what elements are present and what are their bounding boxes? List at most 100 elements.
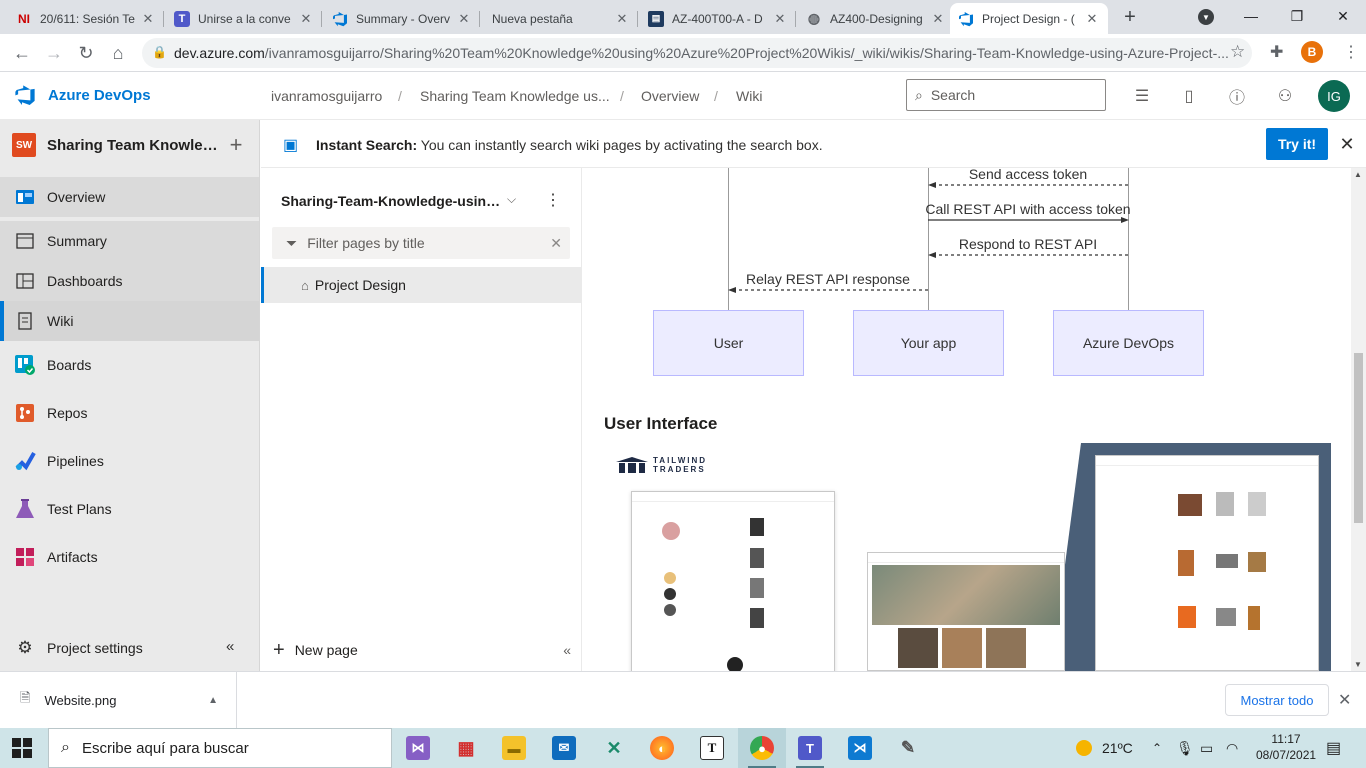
home-icon[interactable]: ⌂: [104, 39, 132, 67]
close-icon[interactable]: ✕: [1084, 11, 1100, 27]
user-avatar[interactable]: IG: [1318, 80, 1350, 112]
wiki-page-item[interactable]: ⌂ Project Design: [261, 267, 581, 303]
notifications-icon[interactable]: ▤: [1326, 728, 1341, 768]
project-header[interactable]: SW Sharing Team Knowled... +: [12, 132, 248, 158]
filter-pages-input[interactable]: ⏷ Filter pages by title ✕: [272, 227, 570, 259]
new-page-button[interactable]: + New page «: [261, 630, 581, 670]
close-icon[interactable]: ✕: [1335, 132, 1359, 156]
brand[interactable]: Azure DevOps: [14, 84, 151, 106]
close-icon[interactable]: ✕: [456, 11, 472, 27]
nav-item-pipelines[interactable]: Pipelines: [0, 441, 259, 481]
url-field[interactable]: 🔒 dev.azure.com/ivanramosguijarro/Sharin…: [142, 38, 1252, 68]
vscode-app[interactable]: ⋊: [836, 728, 884, 768]
website-mockup-image[interactable]: TAILWIND TRADERS: [611, 443, 1331, 671]
taskbar-search-input[interactable]: ⌕ Escribe aquí para buscar: [48, 728, 392, 768]
new-tab-icon[interactable]: +: [1118, 5, 1142, 29]
weather-temp: 21ºC: [1102, 740, 1133, 756]
collapse-nav-icon[interactable]: «: [226, 638, 234, 655]
close-icon[interactable]: ✕: [140, 11, 156, 27]
brand-name: Azure DevOps: [48, 86, 151, 104]
wiki-content: Send access token Call REST API with acc…: [583, 168, 1351, 671]
breadcrumb-wiki[interactable]: Wiki: [736, 88, 762, 104]
scroll-down-icon[interactable]: ▼: [1354, 660, 1362, 669]
visual-studio-app[interactable]: ⋈: [394, 728, 442, 768]
breadcrumb-org[interactable]: ivanramosguijarro: [271, 88, 382, 104]
close-icon[interactable]: ✕: [930, 11, 946, 27]
download-item[interactable]: 🗎 Website.png ▲: [0, 672, 237, 728]
nav-item-repos[interactable]: Repos: [0, 393, 259, 433]
filter-placeholder: Filter pages by title: [307, 235, 425, 251]
nav-item-overview[interactable]: Overview: [0, 177, 259, 217]
user-settings-icon[interactable]: ⚇: [1273, 84, 1297, 108]
chevron-down-icon[interactable]: ⌵: [507, 192, 516, 207]
project-settings-label: Project settings: [47, 640, 143, 656]
extensions-icon[interactable]: ✚: [1270, 42, 1283, 62]
nav-label: Wiki: [47, 313, 74, 329]
scrollbar-thumb[interactable]: [1354, 353, 1363, 523]
back-icon[interactable]: ←: [8, 39, 36, 67]
wifi-icon[interactable]: ◠: [1226, 728, 1238, 768]
forward-icon[interactable]: →: [40, 39, 68, 67]
browser-tab[interactable]: T Unirse a la conve ✕: [166, 3, 322, 34]
browser-tab[interactable]: Nueva pestaña ✕: [482, 3, 638, 34]
weather-widget[interactable]: 21ºC: [1076, 728, 1133, 768]
nav-item-wiki[interactable]: Wiki: [0, 301, 259, 341]
gift-app[interactable]: ▦: [442, 728, 490, 768]
paint-app[interactable]: ✎: [884, 728, 932, 768]
nav-item-dashboards[interactable]: Dashboards: [0, 261, 259, 301]
browser-tab-active[interactable]: Project Design - ( ✕: [950, 3, 1108, 34]
add-icon[interactable]: +: [224, 132, 248, 158]
typora-app[interactable]: T: [688, 728, 736, 768]
battery-icon[interactable]: ▭: [1200, 728, 1213, 768]
browser-tab[interactable]: NI 20/611: Sesión Te ✕: [8, 3, 164, 34]
reload-icon[interactable]: ↻: [72, 39, 100, 67]
tab-search-icon[interactable]: ▼: [1198, 9, 1214, 25]
lock-icon: 🔒: [152, 45, 167, 59]
profile-avatar[interactable]: B: [1301, 41, 1323, 63]
sequence-message: Send access token: [968, 168, 1088, 182]
work-items-list-icon[interactable]: ☰: [1130, 84, 1154, 108]
collapse-tree-icon[interactable]: «: [563, 642, 571, 658]
window-close-icon[interactable]: ✕: [1320, 0, 1366, 32]
wiki-selector[interactable]: Sharing-Team-Knowledge-using...: [281, 193, 501, 209]
close-icon[interactable]: ✕: [772, 11, 788, 27]
azure-devops-logo-icon: [15, 85, 35, 106]
chrome-app[interactable]: ●: [738, 728, 786, 768]
teams-app[interactable]: T: [786, 728, 834, 768]
scroll-up-icon[interactable]: ▲: [1354, 170, 1362, 179]
windows-start-icon[interactable]: [12, 738, 32, 758]
browser-tab[interactable]: ◍ AZ400-Designing ✕: [798, 3, 954, 34]
maximize-icon[interactable]: ❐: [1274, 0, 1320, 32]
browser-tab[interactable]: ▤ AZ-400T00-A - D ✕: [640, 3, 796, 34]
bookmark-star-icon[interactable]: ☆: [1230, 42, 1245, 62]
help-icon[interactable]: ⓘ: [1225, 84, 1249, 108]
close-icon[interactable]: ✕: [1338, 690, 1351, 710]
nav-item-summary[interactable]: Summary: [0, 221, 259, 261]
tools-app[interactable]: ✕: [590, 728, 638, 768]
nav-item-artifacts[interactable]: Artifacts: [0, 537, 259, 577]
breadcrumb-project[interactable]: Sharing Team Knowledge us...: [420, 88, 610, 104]
system-clock[interactable]: 11:17 08/07/2021: [1256, 731, 1316, 763]
firefox-app[interactable]: ◐: [638, 728, 686, 768]
marketplace-bag-icon[interactable]: ▯: [1177, 84, 1201, 108]
search-input[interactable]: ⌕ Search: [906, 79, 1106, 111]
browser-menu-icon[interactable]: ⋮: [1343, 42, 1359, 62]
nav-item-test-plans[interactable]: Test Plans: [0, 489, 259, 529]
microphone-icon[interactable]: 🎙: [1176, 728, 1194, 768]
file-explorer-app[interactable]: ▬: [490, 728, 538, 768]
breadcrumb-overview[interactable]: Overview: [641, 88, 699, 104]
mail-app[interactable]: ✉: [540, 728, 588, 768]
minimize-icon[interactable]: —: [1228, 0, 1274, 32]
more-options-icon[interactable]: ⋮: [545, 190, 561, 210]
clear-filter-icon[interactable]: ✕: [550, 235, 562, 252]
try-it-button[interactable]: Try it!: [1266, 128, 1328, 160]
close-icon[interactable]: ✕: [298, 11, 314, 27]
project-settings[interactable]: ⚙ Project settings «: [0, 627, 259, 669]
tray-chevron-up-icon[interactable]: ⌃: [1152, 728, 1162, 768]
show-all-button[interactable]: Mostrar todo: [1225, 684, 1329, 716]
nav-item-boards[interactable]: Boards: [0, 345, 259, 385]
content-scrollbar[interactable]: ▲ ▼: [1351, 168, 1366, 671]
browser-tab[interactable]: Summary - Overv ✕: [324, 3, 480, 34]
chevron-up-icon[interactable]: ▲: [208, 695, 218, 706]
close-icon[interactable]: ✕: [614, 11, 630, 27]
